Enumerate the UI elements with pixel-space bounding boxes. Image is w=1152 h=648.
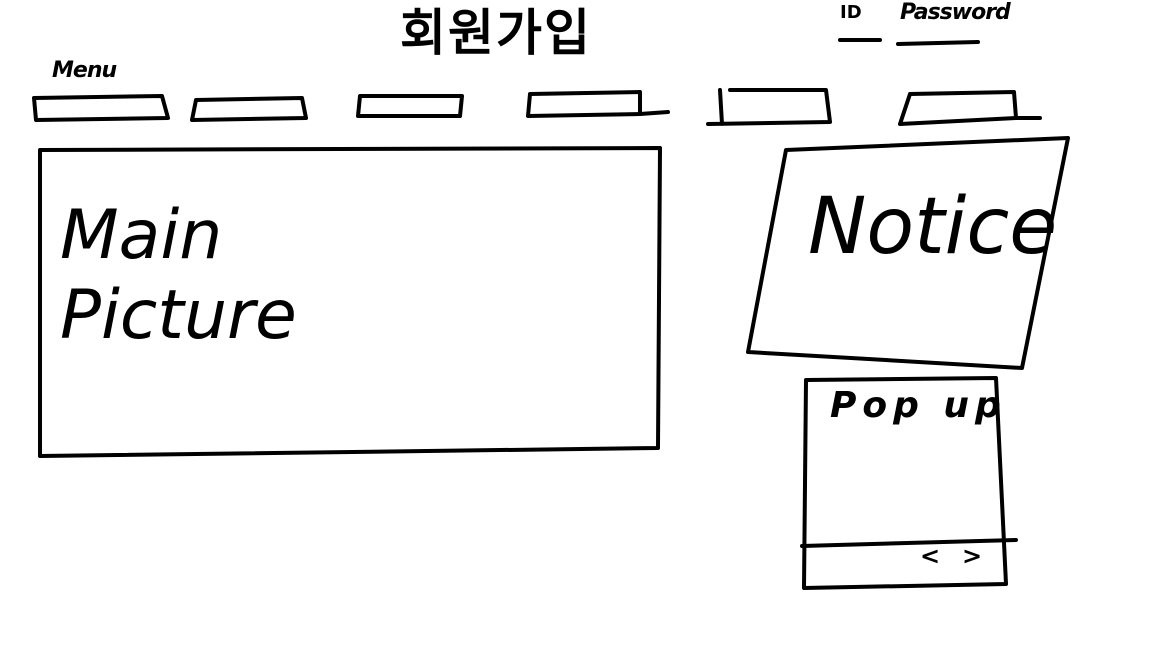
popup-label: Pop up (830, 385, 1007, 426)
menu-tab-6[interactable] (900, 92, 1040, 114)
menu-tab-3[interactable] (358, 96, 462, 118)
site-title: 회원가입 (400, 4, 592, 62)
menu-tab-2[interactable] (194, 98, 306, 120)
popup-prev-button[interactable]: < (920, 544, 940, 568)
menu-tab-5[interactable] (708, 90, 830, 112)
notice-label: Notice (808, 182, 1058, 272)
password-label[interactable]: Password (900, 2, 1011, 24)
password-underline (896, 40, 980, 46)
main-picture-label: Main Picture (60, 196, 297, 355)
menu-tab-4[interactable] (528, 92, 668, 114)
popup-next-button[interactable]: > (962, 544, 982, 568)
menu-tab-1[interactable] (34, 98, 166, 120)
id-label[interactable]: ID (840, 4, 862, 22)
menu-label: Menu (52, 58, 117, 83)
